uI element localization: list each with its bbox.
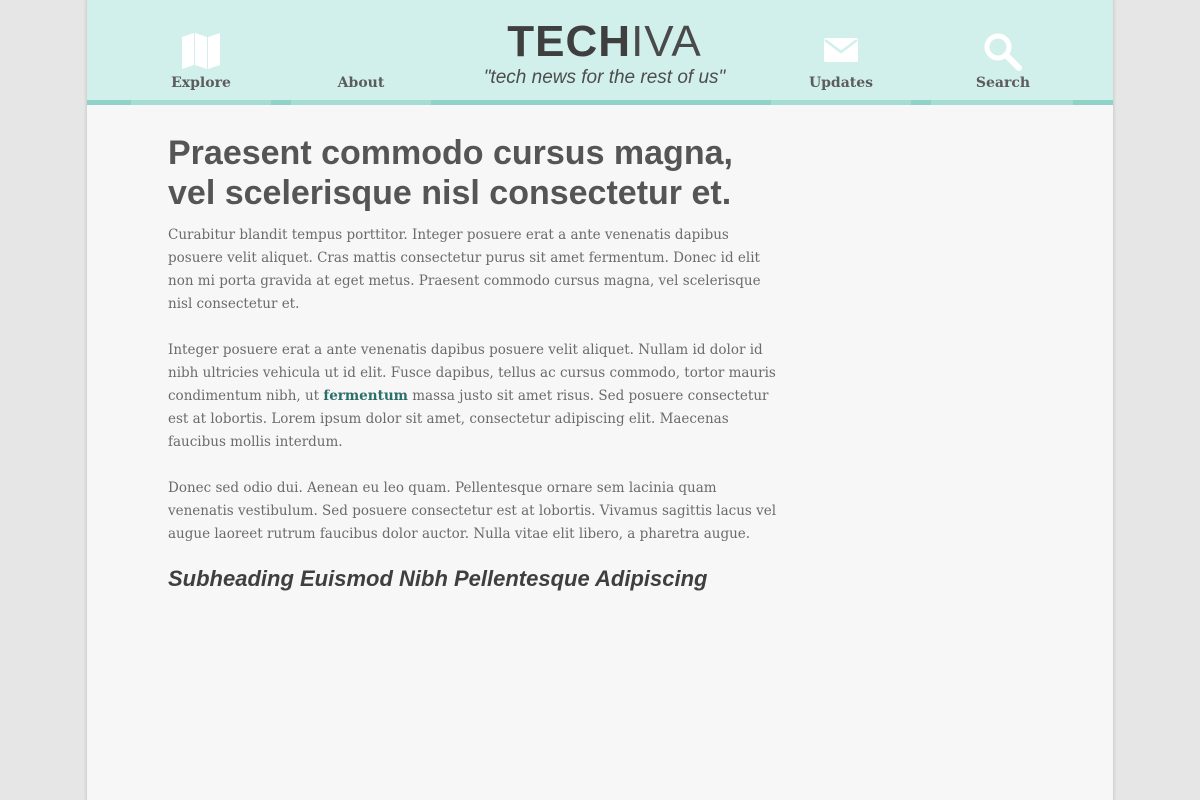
map-icon xyxy=(182,33,220,69)
article-paragraph-3: Donec sed odio dui. Aenean eu leo quam. … xyxy=(168,480,777,542)
site-header: Explore About TECHIVA "tech news for the… xyxy=(87,0,1113,100)
nav-explore-label: Explore xyxy=(171,75,231,91)
nav-bar-segment xyxy=(1073,100,1113,105)
nav-bar-segment xyxy=(87,100,131,105)
nav-about[interactable]: About xyxy=(281,0,441,100)
nav-bar-segment xyxy=(271,100,291,105)
logo-wordmark-tech: TECH xyxy=(507,17,632,66)
article-subheading: Subheading Euismod Nibh Pellentesque Adi… xyxy=(168,566,708,591)
nav-underline-bar xyxy=(87,100,1113,105)
page: Explore About TECHIVA "tech news for the… xyxy=(86,0,1114,800)
article-paragraph-2: Integer posuere erat a ante venenatis da… xyxy=(168,339,778,454)
article-title: Praesent commodo cursus magna, vel scele… xyxy=(168,134,733,212)
logo-wordmark-iva: IVA xyxy=(631,17,702,66)
article: Praesent commodo cursus magna, vel scele… xyxy=(168,133,778,593)
nav-explore[interactable]: Explore xyxy=(121,0,281,100)
article-paragraph-1: Curabitur blandit tempus porttitor. Inte… xyxy=(168,227,761,312)
fermentum-link[interactable]: fermentum xyxy=(323,388,408,404)
nav-about-label: About xyxy=(337,75,385,91)
nav-search-label: Search xyxy=(975,75,1031,91)
nav-bar-segment xyxy=(431,100,771,105)
site-logo[interactable]: TECHIVA "tech news for the rest of us" xyxy=(437,17,772,89)
nav-updates[interactable]: Updates xyxy=(761,0,921,100)
nav-bar-segment xyxy=(911,100,931,105)
nav-updates-label: Updates xyxy=(808,75,874,91)
magnifier-icon xyxy=(984,33,1022,71)
logo-wordmark: TECHIVA xyxy=(437,17,772,67)
nav-search[interactable]: Search xyxy=(923,0,1083,100)
envelope-icon xyxy=(824,38,858,62)
logo-tagline: "tech news for the rest of us" xyxy=(483,67,726,88)
